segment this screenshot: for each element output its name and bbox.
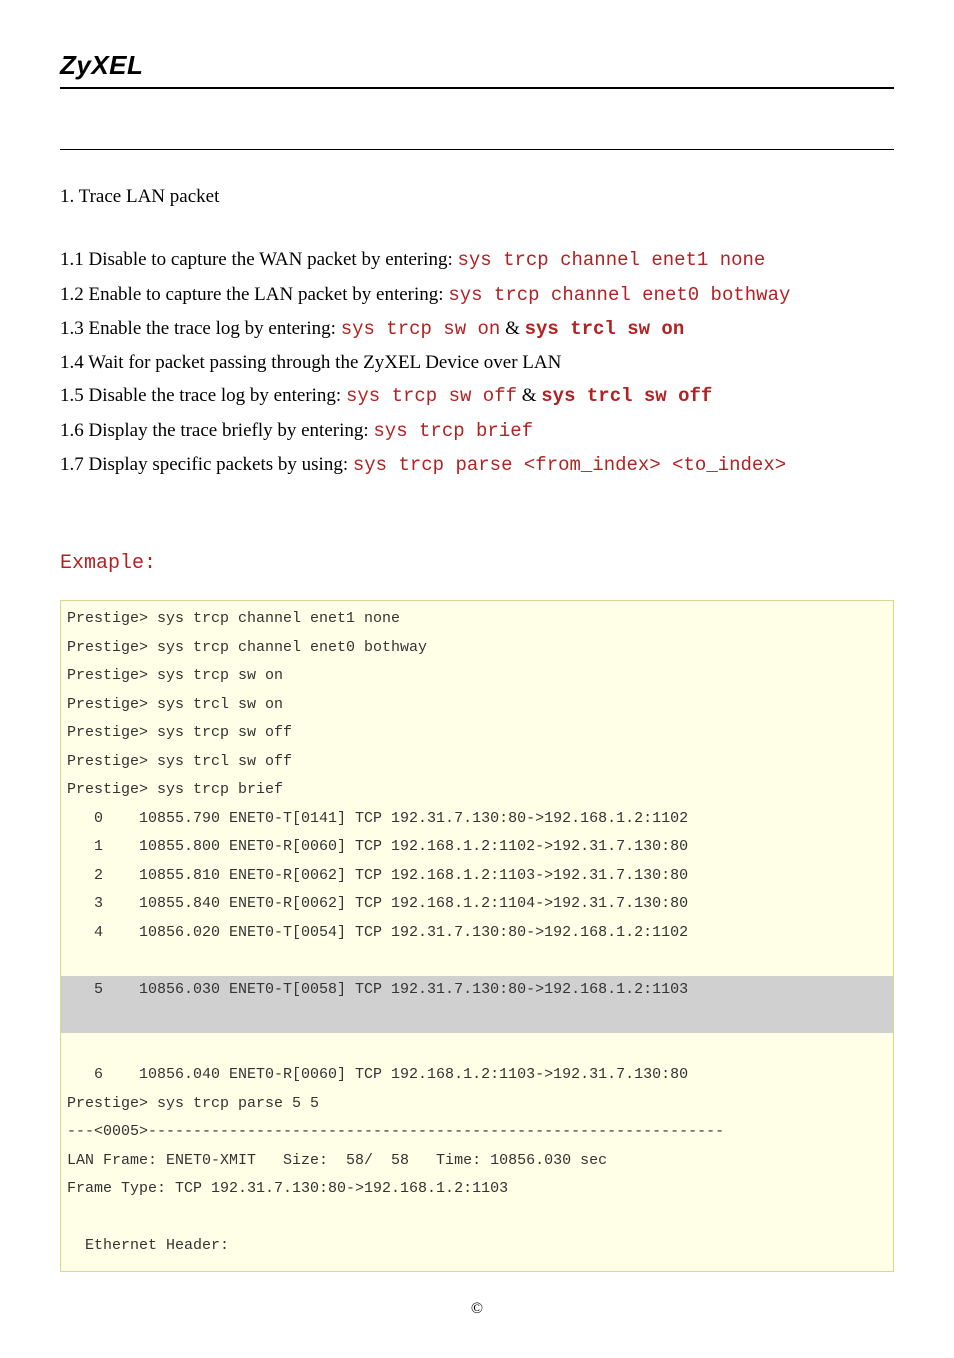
section-title: 1. Trace LAN packet [60, 180, 894, 213]
step-text: Display the trace briefly by entering: [89, 420, 374, 441]
step-command-2: sys trcl sw off [541, 385, 712, 407]
ampersand: & [500, 318, 524, 339]
terminal-line [61, 1033, 893, 1062]
copyright-symbol: © [60, 1300, 894, 1318]
step-command: sys trcp sw on [341, 318, 501, 340]
terminal-line: 6 10856.040 ENET0-R[0060] TCP 192.168.1.… [61, 1061, 893, 1090]
step-1-5: 1.5 Disable the trace log by entering: s… [60, 379, 894, 413]
terminal-line: LAN Frame: ENET0-XMIT Size: 58/ 58 Time:… [61, 1147, 893, 1176]
terminal-line: Prestige> sys trcl sw on [61, 691, 893, 720]
step-1-6: 1.6 Display the trace briefly by enterin… [60, 414, 894, 448]
document-page: ZyXEL 1. Trace LAN packet 1.1 Disable to… [0, 0, 954, 1358]
step-command-2: sys trcl sw on [525, 318, 685, 340]
terminal-line: Prestige> sys trcp sw on [61, 662, 893, 691]
step-text: Enable the trace log by entering: [89, 318, 341, 339]
step-1-1: 1.1 Disable to capture the WAN packet by… [60, 243, 894, 277]
terminal-output: Prestige> sys trcp channel enet1 nonePre… [60, 600, 894, 1272]
step-text: Wait for packet passing through the ZyXE… [88, 352, 561, 373]
brand-logo: ZyXEL [60, 50, 894, 89]
terminal-line: 4 10856.020 ENET0-T[0054] TCP 192.31.7.1… [61, 919, 893, 948]
step-1-2: 1.2 Enable to capture the LAN packet by … [60, 278, 894, 312]
terminal-line: Prestige> sys trcp channel enet1 none [61, 605, 893, 634]
step-1-4: 1.4 Wait for packet passing through the … [60, 346, 894, 379]
step-command: sys trcp channel enet0 bothway [448, 284, 790, 306]
terminal-line-highlight: 5 10856.030 ENET0-T[0058] TCP 192.31.7.1… [61, 976, 893, 1005]
terminal-line: 0 10855.790 ENET0-T[0141] TCP 192.31.7.1… [61, 805, 893, 834]
terminal-line: Prestige> sys trcl sw off [61, 748, 893, 777]
terminal-line: 3 10855.840 ENET0-R[0062] TCP 192.168.1.… [61, 890, 893, 919]
terminal-line: Prestige> sys trcp parse 5 5 [61, 1090, 893, 1119]
header-divider [60, 149, 894, 150]
step-number: 1.5 [60, 385, 84, 406]
step-text: Display specific packets by using: [89, 454, 353, 475]
step-1-7: 1.7 Display specific packets by using: s… [60, 448, 894, 482]
terminal-line: Prestige> sys trcp brief [61, 776, 893, 805]
step-command: sys trcp sw off [346, 385, 517, 407]
ampersand: & [517, 385, 541, 406]
step-text: Enable to capture the LAN packet by ente… [89, 284, 449, 305]
terminal-line [61, 947, 893, 976]
step-1-3: 1.3 Enable the trace log by entering: sy… [60, 312, 894, 346]
step-text: Disable the trace log by entering: [89, 385, 346, 406]
step-number: 1.3 [60, 318, 84, 339]
terminal-line [61, 1204, 893, 1233]
step-number: 1.7 [60, 454, 84, 475]
step-command: sys trcp parse <from_index> <to_index> [353, 454, 786, 476]
step-text: Disable to capture the WAN packet by ent… [89, 249, 458, 270]
terminal-line-highlight [61, 1004, 893, 1033]
terminal-line: Ethernet Header: [61, 1232, 893, 1261]
terminal-line: ---<0005>-------------------------------… [61, 1118, 893, 1147]
step-number: 1.2 [60, 284, 84, 305]
terminal-line: 2 10855.810 ENET0-R[0062] TCP 192.168.1.… [61, 862, 893, 891]
step-command: sys trcp brief [373, 420, 533, 442]
terminal-line: Frame Type: TCP 192.31.7.130:80->192.168… [61, 1175, 893, 1204]
step-number: 1.1 [60, 249, 84, 270]
section-body: 1. Trace LAN packet 1.1 Disable to captu… [60, 180, 894, 482]
step-number: 1.6 [60, 420, 84, 441]
step-number: 1.4 [60, 352, 84, 373]
terminal-line: Prestige> sys trcp channel enet0 bothway [61, 634, 893, 663]
step-command: sys trcp channel enet1 none [457, 249, 765, 271]
terminal-line: Prestige> sys trcp sw off [61, 719, 893, 748]
terminal-line: 1 10855.800 ENET0-R[0060] TCP 192.168.1.… [61, 833, 893, 862]
example-heading: Exmaple: [60, 552, 894, 575]
